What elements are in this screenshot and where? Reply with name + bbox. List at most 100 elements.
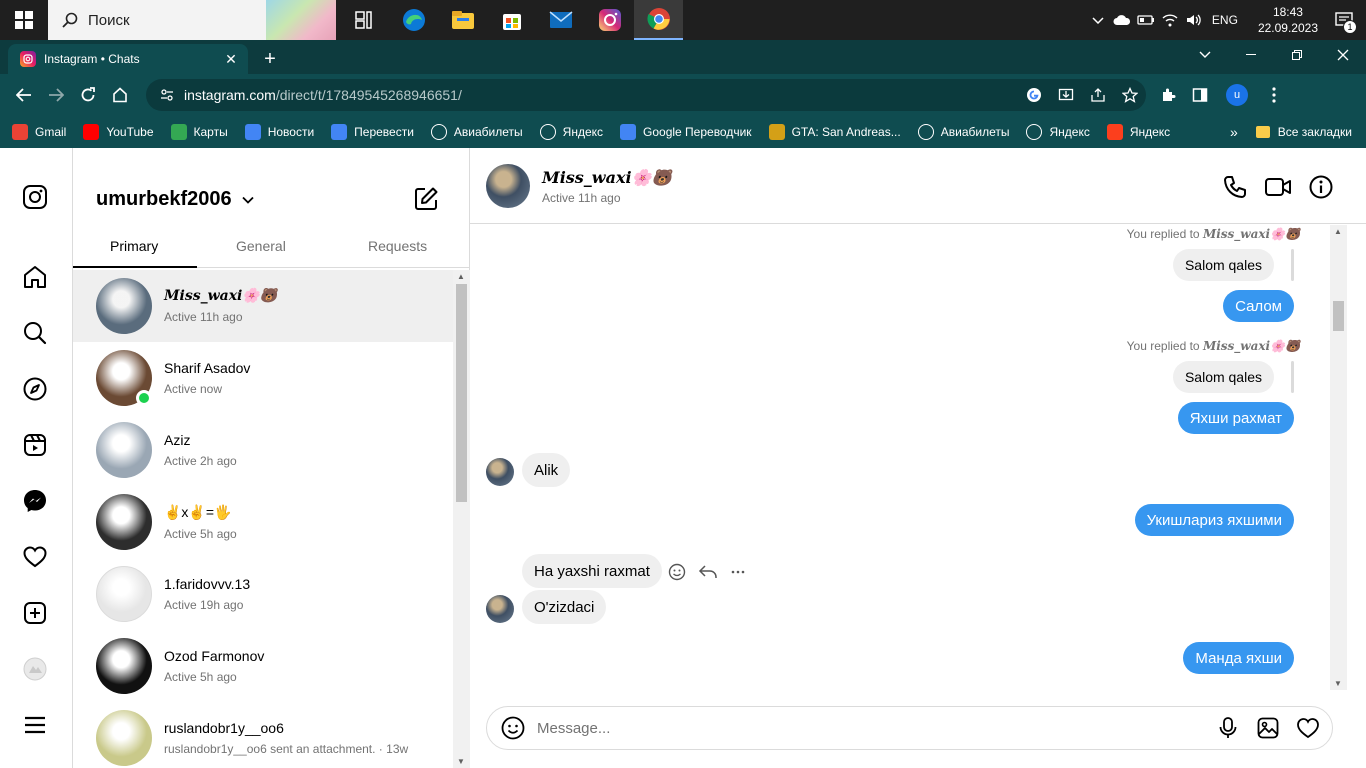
volume-tray[interactable] xyxy=(1182,0,1206,40)
bookmark-item[interactable]: Gmail xyxy=(12,124,66,140)
search-icon[interactable] xyxy=(22,320,50,348)
onedrive-tray[interactable] xyxy=(1110,0,1134,40)
chat-avatar[interactable] xyxy=(486,164,530,208)
more-options-icon[interactable] xyxy=(730,570,746,574)
sender-avatar[interactable] xyxy=(486,595,514,623)
install-app-button[interactable] xyxy=(1050,79,1082,111)
chat-scrollbar[interactable]: ▲ ▼ xyxy=(1330,225,1347,690)
new-tab-button[interactable]: + xyxy=(256,44,284,74)
received-message[interactable]: Alik xyxy=(522,453,571,487)
conversation-info-button[interactable] xyxy=(1308,174,1334,200)
quoted-message[interactable]: Salom qales xyxy=(1172,249,1274,281)
forward-button[interactable] xyxy=(40,79,72,111)
bookmark-item[interactable]: Авиабилеты xyxy=(917,124,1009,140)
account-switcher[interactable]: umurbekf2006 xyxy=(96,188,254,211)
instagram-logo-icon[interactable] xyxy=(22,184,50,212)
bookmark-star-button[interactable] xyxy=(1114,79,1146,111)
thread-row[interactable]: 1.faridovvv.13 Active 19h ago xyxy=(73,558,453,630)
react-emoji-icon[interactable] xyxy=(668,563,686,581)
close-window-button[interactable] xyxy=(1320,40,1366,70)
store-app[interactable] xyxy=(487,0,536,40)
home-icon[interactable] xyxy=(22,264,50,292)
video-call-button[interactable] xyxy=(1264,174,1292,200)
scroll-down-arrow-icon[interactable]: ▼ xyxy=(457,757,465,766)
sent-message[interactable]: Салом xyxy=(1223,290,1294,322)
bookmark-item[interactable]: Авиабилеты xyxy=(430,124,523,140)
home-button[interactable] xyxy=(104,79,136,111)
share-button[interactable] xyxy=(1082,79,1114,111)
tab-close-icon[interactable]: ✕ xyxy=(222,51,240,68)
sent-message[interactable]: Укишлариз яхшими xyxy=(1134,504,1294,536)
sent-message[interactable]: Манда яхши xyxy=(1183,642,1294,674)
thread-row[interactable]: 𝑴𝒊𝒔𝒔_𝒘𝒂𝒙𝒊🌸🐻 Active 11h ago xyxy=(73,270,453,342)
file-explorer-app[interactable] xyxy=(438,0,487,40)
scrollbar-thumb[interactable] xyxy=(1333,301,1344,331)
thread-row[interactable]: Aziz Active 2h ago xyxy=(73,414,453,486)
scroll-up-arrow-icon[interactable]: ▲ xyxy=(457,272,465,281)
bookmark-overflow-icon[interactable]: » xyxy=(1230,124,1238,140)
task-view-button[interactable] xyxy=(340,0,389,40)
bookmark-item[interactable]: YouTube xyxy=(83,124,154,140)
minimize-button[interactable] xyxy=(1228,40,1274,70)
more-menu-icon[interactable] xyxy=(22,712,50,740)
thread-row[interactable]: Ozod Farmonov Active 5h ago xyxy=(73,630,453,702)
tab-primary[interactable]: Primary xyxy=(110,238,158,254)
browser-menu-button[interactable] xyxy=(1258,79,1290,111)
bookmark-item[interactable]: Новости xyxy=(244,124,314,140)
thread-row[interactable]: ruslandobr1y__oo6 ruslandobr1y__oo6 sent … xyxy=(73,702,453,768)
messenger-icon[interactable] xyxy=(22,488,50,516)
wifi-tray[interactable] xyxy=(1158,0,1182,40)
side-panel-button[interactable] xyxy=(1184,79,1216,111)
create-post-icon[interactable] xyxy=(22,600,50,628)
bookmark-item[interactable]: Яндекс xyxy=(539,124,603,140)
bookmark-item[interactable]: Google Переводчик xyxy=(620,124,752,140)
url-bar[interactable]: instagram.com/direct/t/17849545268946651… xyxy=(146,79,1146,111)
tab-requests[interactable]: Requests xyxy=(368,238,427,254)
extensions-button[interactable] xyxy=(1152,79,1184,111)
profile-avatar[interactable]: u xyxy=(1226,84,1248,106)
new-message-button[interactable] xyxy=(413,186,439,212)
chrome-app[interactable] xyxy=(634,0,683,40)
browser-tab-instagram[interactable]: Instagram • Chats ✕ xyxy=(8,44,248,74)
start-button[interactable] xyxy=(0,0,48,40)
message-input[interactable] xyxy=(537,719,1177,737)
bookmark-item[interactable]: Яндекс xyxy=(1106,124,1170,140)
explore-compass-icon[interactable] xyxy=(22,376,50,404)
notification-center-button[interactable]: 1 xyxy=(1328,0,1360,40)
tab-general[interactable]: General xyxy=(236,238,286,254)
mail-app[interactable] xyxy=(536,0,585,40)
sender-avatar[interactable] xyxy=(486,458,514,486)
scrollbar-thumb[interactable] xyxy=(456,284,467,502)
edge-app[interactable] xyxy=(389,0,438,40)
google-lens-button[interactable] xyxy=(1018,79,1050,111)
tab-search-chevron-icon[interactable] xyxy=(1182,40,1228,70)
attach-photo-button[interactable] xyxy=(1256,716,1280,740)
notifications-heart-icon[interactable] xyxy=(22,544,50,572)
battery-tray[interactable] xyxy=(1134,0,1158,40)
taskbar-search[interactable]: Поиск xyxy=(48,0,336,40)
bookmark-item[interactable]: Перевести xyxy=(331,124,414,140)
reload-button[interactable] xyxy=(72,79,104,111)
profile-avatar-icon[interactable] xyxy=(22,656,50,684)
reply-icon[interactable] xyxy=(698,564,718,580)
clock[interactable]: 18:43 22.09.2023 xyxy=(1248,4,1328,36)
scroll-up-arrow-icon[interactable]: ▲ xyxy=(1334,227,1342,236)
thread-list-scrollbar[interactable]: ▲ ▼ xyxy=(453,270,470,768)
sent-message[interactable]: Яхши рахмат xyxy=(1177,402,1294,434)
reels-icon[interactable] xyxy=(22,432,50,460)
all-bookmarks-label[interactable]: Все закладки xyxy=(1278,125,1352,139)
bookmark-item[interactable]: GTA: San Andreas... xyxy=(768,124,901,140)
tray-overflow-chevron[interactable] xyxy=(1086,0,1110,40)
received-message[interactable]: Ha yaxshi raxmat xyxy=(522,554,662,588)
like-heart-button[interactable] xyxy=(1296,716,1320,740)
thread-row[interactable]: Sharif Asadov Active now xyxy=(73,342,453,414)
bookmark-item[interactable]: Карты xyxy=(170,124,228,140)
bookmark-item[interactable]: Яндекс xyxy=(1026,124,1090,140)
quoted-message[interactable]: Salom qales xyxy=(1172,361,1274,393)
chat-username[interactable]: 𝑴𝒊𝒔𝒔_𝒘𝒂𝒙𝒊🌸🐻 xyxy=(542,168,671,187)
scroll-down-arrow-icon[interactable]: ▼ xyxy=(1334,679,1342,688)
instagram-app[interactable] xyxy=(585,0,634,40)
audio-call-button[interactable] xyxy=(1222,174,1248,200)
language-indicator[interactable]: ENG xyxy=(1206,13,1248,27)
emoji-picker-button[interactable] xyxy=(501,716,525,740)
